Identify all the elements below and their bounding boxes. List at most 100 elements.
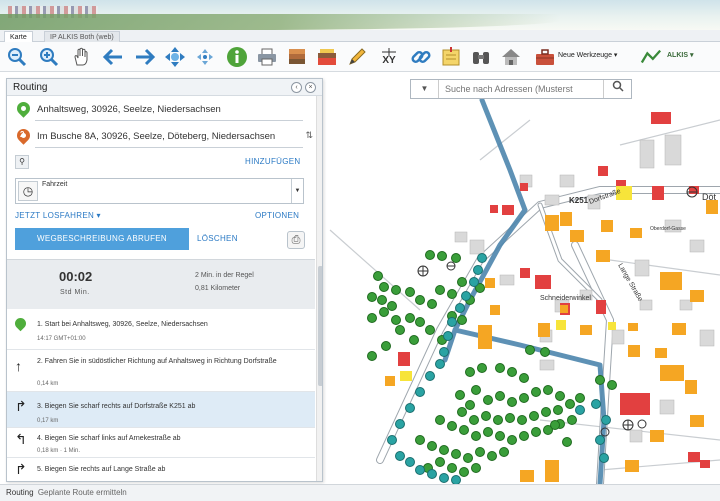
- stop-marker: [455, 303, 465, 313]
- waypoint-divider: [35, 147, 303, 148]
- scrollbar-thumb[interactable]: [318, 266, 322, 386]
- tree-marker: [481, 411, 491, 421]
- tree-marker: [517, 415, 527, 425]
- tree-marker: [495, 391, 505, 401]
- map-label-oberdorf: Oberdorf-Gasse: [650, 226, 686, 232]
- start-now-menu[interactable]: JETZT LOSFAHREN ▾: [15, 211, 101, 220]
- pencil-icon[interactable]: [346, 46, 368, 68]
- link-icon[interactable]: [410, 46, 432, 68]
- print-icon[interactable]: [256, 46, 278, 68]
- options-link[interactable]: OPTIONEN: [255, 211, 299, 220]
- tree-marker: [507, 367, 517, 377]
- search-icon[interactable]: [603, 80, 631, 98]
- tree-marker: [555, 391, 565, 401]
- back-arrow-icon[interactable]: [102, 46, 124, 68]
- direction-step[interactable]: ↰ 4. Biegen Sie scharf links auf Arnekes…: [7, 428, 315, 458]
- tree-marker: [435, 285, 445, 295]
- start-pin-icon: [12, 315, 29, 332]
- summary-typical-time: 2 Min. in der Regel: [195, 272, 254, 279]
- toolbar: XY Neue Werkzeuge ▾ ALKIS ▾: [0, 42, 720, 72]
- direction-step[interactable]: ↱ 5. Biegen Sie rechts auf Lange Straße …: [7, 458, 315, 481]
- panel-scrollbar[interactable]: [316, 96, 322, 481]
- xy-coordinates-icon[interactable]: XY: [378, 46, 400, 68]
- app-window: Karte IP ALKIS Both (web) XY Neue Werkze…: [0, 0, 720, 501]
- zoom-out-icon[interactable]: [6, 46, 28, 68]
- search-input[interactable]: [445, 81, 595, 97]
- tree-marker: [540, 347, 550, 357]
- direction-step[interactable]: 1. Start bei Anhaltsweg, 30926, Seelze, …: [7, 310, 315, 350]
- map-label-schneiderwinkel: Schneiderwinkel: [540, 295, 591, 302]
- turn-left-icon: ↰: [15, 431, 27, 447]
- pan-hand-icon[interactable]: [70, 46, 92, 68]
- tree-marker: [415, 295, 425, 305]
- tab-karte[interactable]: Karte: [4, 31, 33, 42]
- toolbox-icon[interactable]: [534, 46, 556, 68]
- new-tools-menu[interactable]: Neue Werkzeuge ▾: [558, 51, 617, 59]
- tree-marker: [373, 271, 383, 281]
- tree-marker: [483, 395, 493, 405]
- tree-marker: [405, 313, 415, 323]
- tree-marker: [495, 431, 505, 441]
- alkis-menu[interactable]: ALKIS ▾: [667, 51, 693, 59]
- stop-marker: [473, 265, 483, 275]
- info-icon[interactable]: [226, 46, 248, 68]
- panel-header: Routing ‹ ×: [7, 79, 322, 96]
- full-extent-icon[interactable]: [164, 46, 186, 68]
- center-icon[interactable]: [194, 46, 216, 68]
- tree-marker: [493, 415, 503, 425]
- stop-marker: [395, 419, 405, 429]
- tree-marker: [425, 325, 435, 335]
- add-waypoint-link[interactable]: HINZUFÜGEN: [245, 157, 300, 166]
- zoom-in-icon[interactable]: [38, 46, 60, 68]
- direction-step[interactable]: ↑ 2. Fahren Sie in südöstlicher Richtung…: [7, 350, 315, 392]
- turn-right-icon: ↱: [15, 398, 27, 414]
- tree-marker: [519, 373, 529, 383]
- departure-time-select[interactable]: ◷ Fahrzeit ▼: [15, 178, 304, 204]
- forward-arrow-icon[interactable]: [134, 46, 156, 68]
- tree-marker: [367, 313, 377, 323]
- waypoint-number: 2: [20, 130, 25, 139]
- locate-pin-icon[interactable]: ⚲: [15, 155, 29, 169]
- tree-marker: [463, 453, 473, 463]
- tree-marker: [379, 307, 389, 317]
- tree-marker: [507, 397, 517, 407]
- binoculars-icon[interactable]: [470, 46, 492, 68]
- chevron-down-icon[interactable]: ▼: [291, 179, 303, 203]
- home-icon[interactable]: [500, 46, 522, 68]
- print-directions-icon[interactable]: ⎙: [287, 231, 305, 249]
- stop-marker: [599, 453, 609, 463]
- stop-marker: [427, 469, 437, 479]
- summary-time: 00:02: [59, 269, 93, 284]
- direction-step-selected[interactable]: ↱ 3. Biegen Sie scharf rechts auf Dorfst…: [7, 392, 315, 428]
- stop-marker: [443, 331, 453, 341]
- measure-icon[interactable]: [316, 46, 338, 68]
- tree-marker: [437, 251, 447, 261]
- stop-marker: [439, 347, 449, 357]
- waypoint-destination[interactable]: 2 Im Busche 8A, 30926, Seelze, Döteberg,…: [14, 126, 313, 148]
- swap-icon[interactable]: ⇅: [305, 130, 313, 141]
- clock-icon: ◷: [18, 181, 38, 201]
- waypoint-start[interactable]: Anhaltsweg, 30926, Seelze, Niedersachsen: [14, 99, 313, 121]
- map-note-icon[interactable]: [440, 46, 462, 68]
- tab-bar: Karte IP ALKIS Both (web): [0, 30, 720, 42]
- close-icon[interactable]: ×: [305, 82, 316, 93]
- tree-marker: [427, 441, 437, 451]
- layers-icon[interactable]: [286, 46, 308, 68]
- tree-marker: [459, 467, 469, 477]
- search-dropdown-button[interactable]: ▼: [411, 80, 439, 98]
- alkis-icon[interactable]: [640, 46, 662, 68]
- tree-marker: [469, 415, 479, 425]
- xy-label: XY: [382, 55, 396, 66]
- collapse-icon[interactable]: ‹: [291, 82, 302, 93]
- tab-alkis-both[interactable]: IP ALKIS Both (web): [44, 31, 120, 42]
- tree-marker: [427, 299, 437, 309]
- get-directions-button[interactable]: WEGBESCHREIBUNG ABRUFEN: [15, 228, 189, 250]
- departure-mode: Fahrzeit: [42, 181, 68, 188]
- clear-button[interactable]: LÖSCHEN: [197, 234, 238, 243]
- step-distance: 0,17 km: [37, 418, 59, 424]
- stop-marker: [415, 387, 425, 397]
- step-distance: 0,14 km: [37, 381, 59, 387]
- tree-marker: [541, 407, 551, 417]
- tree-marker: [565, 399, 575, 409]
- tree-marker: [391, 315, 401, 325]
